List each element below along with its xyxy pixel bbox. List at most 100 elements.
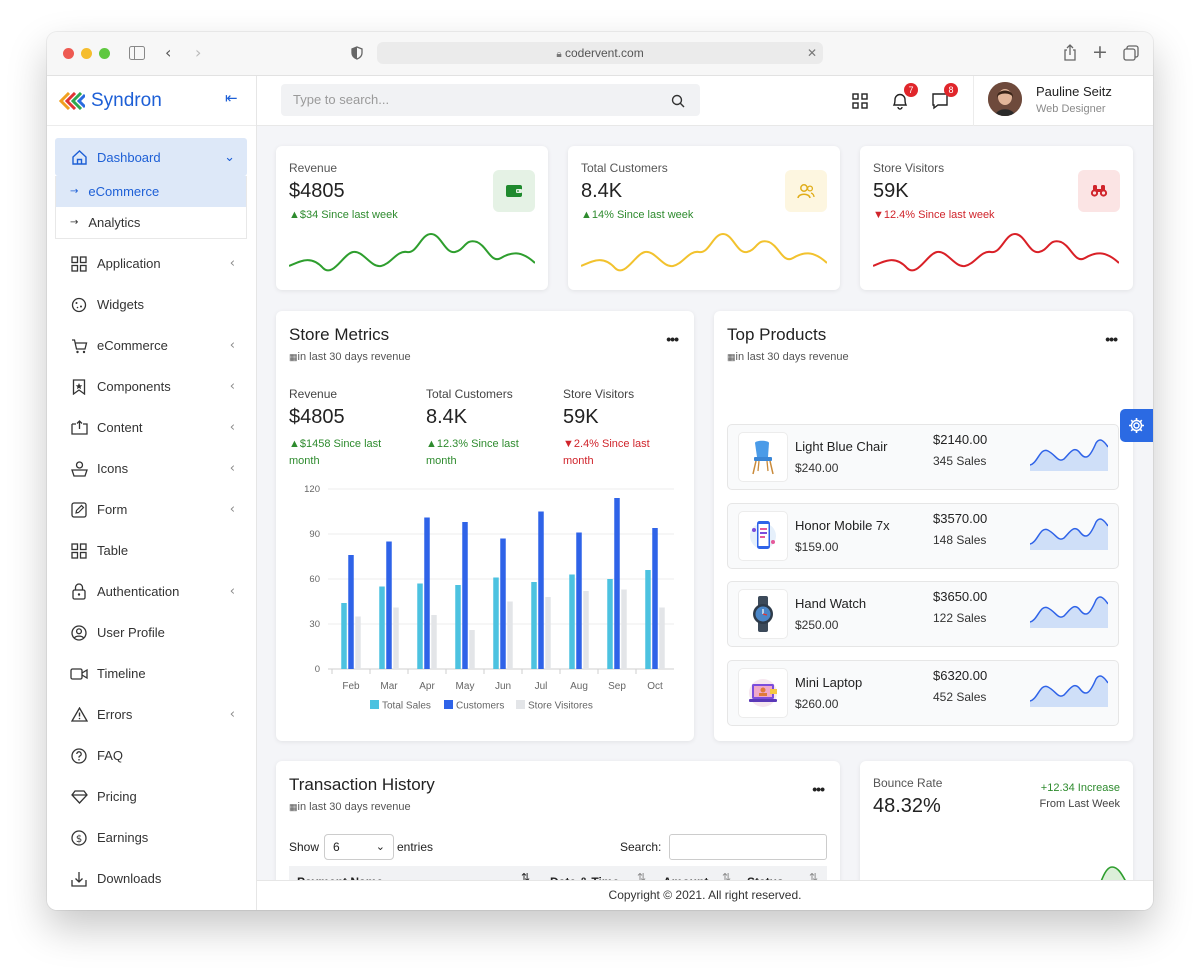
stat-value: 59K <box>873 180 909 202</box>
sidebar-item-downloads[interactable]: Downloads <box>55 858 247 899</box>
question-circle-icon <box>69 746 89 766</box>
notifications-button[interactable]: 7 <box>889 83 918 112</box>
avatar[interactable] <box>988 82 1022 116</box>
stat-value: 8.4K <box>581 180 623 202</box>
card-subtitle: ▦in last 30 days revenue <box>289 351 411 363</box>
metric-change: ▲$1458 Since last month <box>289 438 382 467</box>
product-item[interactable]: Honor Mobile 7x $159.00 $3570.00 148 Sal… <box>727 503 1119 569</box>
minimize-window-button[interactable] <box>81 48 92 59</box>
y-tick-label: 90 <box>309 529 320 540</box>
messages-button[interactable]: 8 <box>929 83 958 112</box>
sidebar-toggle-icon[interactable] <box>129 46 145 60</box>
sidebar-item-icons[interactable]: Icons ‹ <box>55 448 247 489</box>
sidebar-item-ecommerce[interactable]: eCommerce ‹ <box>55 325 247 366</box>
x-tick-label: Sep <box>608 681 626 692</box>
browser-toolbar: ‹ › 🔒︎ codervent.com ✕ + <box>47 32 1153 76</box>
y-tick-label: 0 <box>315 664 320 675</box>
customers-sparkline <box>581 232 827 272</box>
more-options-button[interactable]: ••• <box>1105 331 1118 347</box>
chevron-left-icon: ‹ <box>229 502 235 517</box>
y-tick-label: 30 <box>309 619 320 630</box>
sidebar-item-components[interactable]: Components ‹ <box>55 366 247 407</box>
legend-swatch <box>516 700 525 709</box>
metric-value: 59K <box>563 406 599 428</box>
bar-store-visitores <box>507 601 513 669</box>
shield-icon[interactable] <box>351 46 363 60</box>
search-input[interactable]: Type to search... <box>281 84 700 116</box>
sidebar-subitem-ecommerce[interactable]: → eCommerce <box>56 176 246 207</box>
chair-icon <box>738 432 788 482</box>
dashboard-submenu: → eCommerce → Analytics <box>55 176 247 239</box>
metric-label: Revenue <box>289 387 338 401</box>
sidebar-item-label: Dashboard <box>97 149 161 165</box>
new-tab-icon[interactable]: + <box>1092 41 1108 63</box>
brand[interactable]: Syndron <box>59 88 162 114</box>
cookie-icon <box>69 295 89 315</box>
sidebar-item-table[interactable]: Table <box>55 530 247 571</box>
product-sparkline <box>1030 518 1108 550</box>
entries-select[interactable]: 6 ⌄ <box>324 834 394 860</box>
close-window-button[interactable] <box>63 48 74 59</box>
tabs-overview-icon[interactable] <box>1123 45 1139 61</box>
collapse-sidebar-icon[interactable]: ⇤ <box>225 89 238 107</box>
pencil-square-icon <box>69 500 89 520</box>
more-options-button[interactable]: ••• <box>666 331 679 347</box>
watch-icon <box>738 589 788 639</box>
product-name: Honor Mobile 7x <box>795 518 890 533</box>
sidebar-item-errors[interactable]: Errors ‹ <box>55 694 247 735</box>
apps-grid-button[interactable] <box>849 90 871 112</box>
sidebar-item-timeline[interactable]: Timeline <box>55 653 247 694</box>
bar-store-visitores <box>659 607 665 669</box>
triangle-down-icon: ▼ <box>873 209 884 221</box>
sidebar-item-user-profile[interactable]: User Profile <box>55 612 247 653</box>
forward-icon[interactable]: › <box>195 43 201 62</box>
back-icon[interactable]: ‹ <box>165 43 171 62</box>
sidebar-item-widgets[interactable]: Widgets <box>55 284 247 325</box>
sidebar-subitem-analytics[interactable]: → Analytics <box>56 207 246 238</box>
sidebar-item-pricing[interactable]: Pricing <box>55 776 247 817</box>
lock-icon <box>69 582 89 602</box>
bar-customers <box>614 498 620 669</box>
product-price: $159.00 <box>795 540 839 554</box>
sidebar-item-label: Errors <box>97 707 133 722</box>
sidebar-item-faq[interactable]: FAQ <box>55 735 247 776</box>
metric-customers: Total Customers 8.4K ▲12.3% Since last m… <box>426 387 546 470</box>
table-search-input[interactable] <box>669 834 827 860</box>
share-icon[interactable] <box>1063 44 1077 61</box>
address-bar[interactable]: 🔒︎ codervent.com ✕ <box>377 42 823 64</box>
card-subtitle: ▦in last 30 days revenue <box>289 801 411 813</box>
product-sales: 122 Sales <box>933 611 987 625</box>
sidebar-item-dashboard[interactable]: Dashboard ⌄ <box>55 138 247 176</box>
camera-video-icon <box>69 664 89 684</box>
store-metrics-bar-chart: 0 30 60 90 120 Feb Mar Apr May Jun Jul Aug Sep Oct Tot… <box>304 484 674 712</box>
bar-customers <box>576 532 582 669</box>
sidebar-item-application[interactable]: Application ‹ <box>55 243 247 284</box>
y-tick-label: 60 <box>309 574 320 585</box>
sidebar-item-label: Downloads <box>97 871 162 886</box>
stat-change: ▲14% Since last week <box>581 209 694 221</box>
search-icon[interactable] <box>671 94 685 108</box>
sidebar-item-content[interactable]: Content ‹ <box>55 407 247 448</box>
diamond-icon <box>69 787 89 807</box>
users-icon <box>785 170 827 212</box>
top-products-card: Top Products ▦in last 30 days revenue ••… <box>714 311 1133 741</box>
card-subtitle: ▦in last 30 days revenue <box>727 351 849 363</box>
product-item[interactable]: Mini Laptop $260.00 $6320.00 452 Sales <box>727 660 1119 726</box>
theme-settings-button[interactable] <box>1120 409 1153 442</box>
sidebar-item-authentication[interactable]: Authentication ‹ <box>55 571 247 612</box>
product-item[interactable]: Light Blue Chair $240.00 $2140.00 345 Sa… <box>727 424 1119 490</box>
metric-change: ▲12.3% Since last month <box>426 438 519 467</box>
product-item[interactable]: Hand Watch $250.00 $3650.00 122 Sales <box>727 581 1119 647</box>
card-title: Transaction History <box>289 775 435 794</box>
box-arrow-icon <box>69 418 89 438</box>
sidebar-item-form[interactable]: Form ‹ <box>55 489 247 530</box>
more-options-button[interactable]: ••• <box>812 781 825 797</box>
x-tick-label: Jun <box>495 681 511 692</box>
product-sparkline <box>1030 439 1108 471</box>
clear-url-icon[interactable]: ✕ <box>807 42 817 64</box>
user-name[interactable]: Pauline Seitz <box>1036 84 1112 99</box>
product-total: $3570.00 <box>933 511 988 526</box>
metric-value: 8.4K <box>426 406 468 428</box>
maximize-window-button[interactable] <box>99 48 110 59</box>
sidebar-item-earnings[interactable]: $ Earnings <box>55 817 247 858</box>
